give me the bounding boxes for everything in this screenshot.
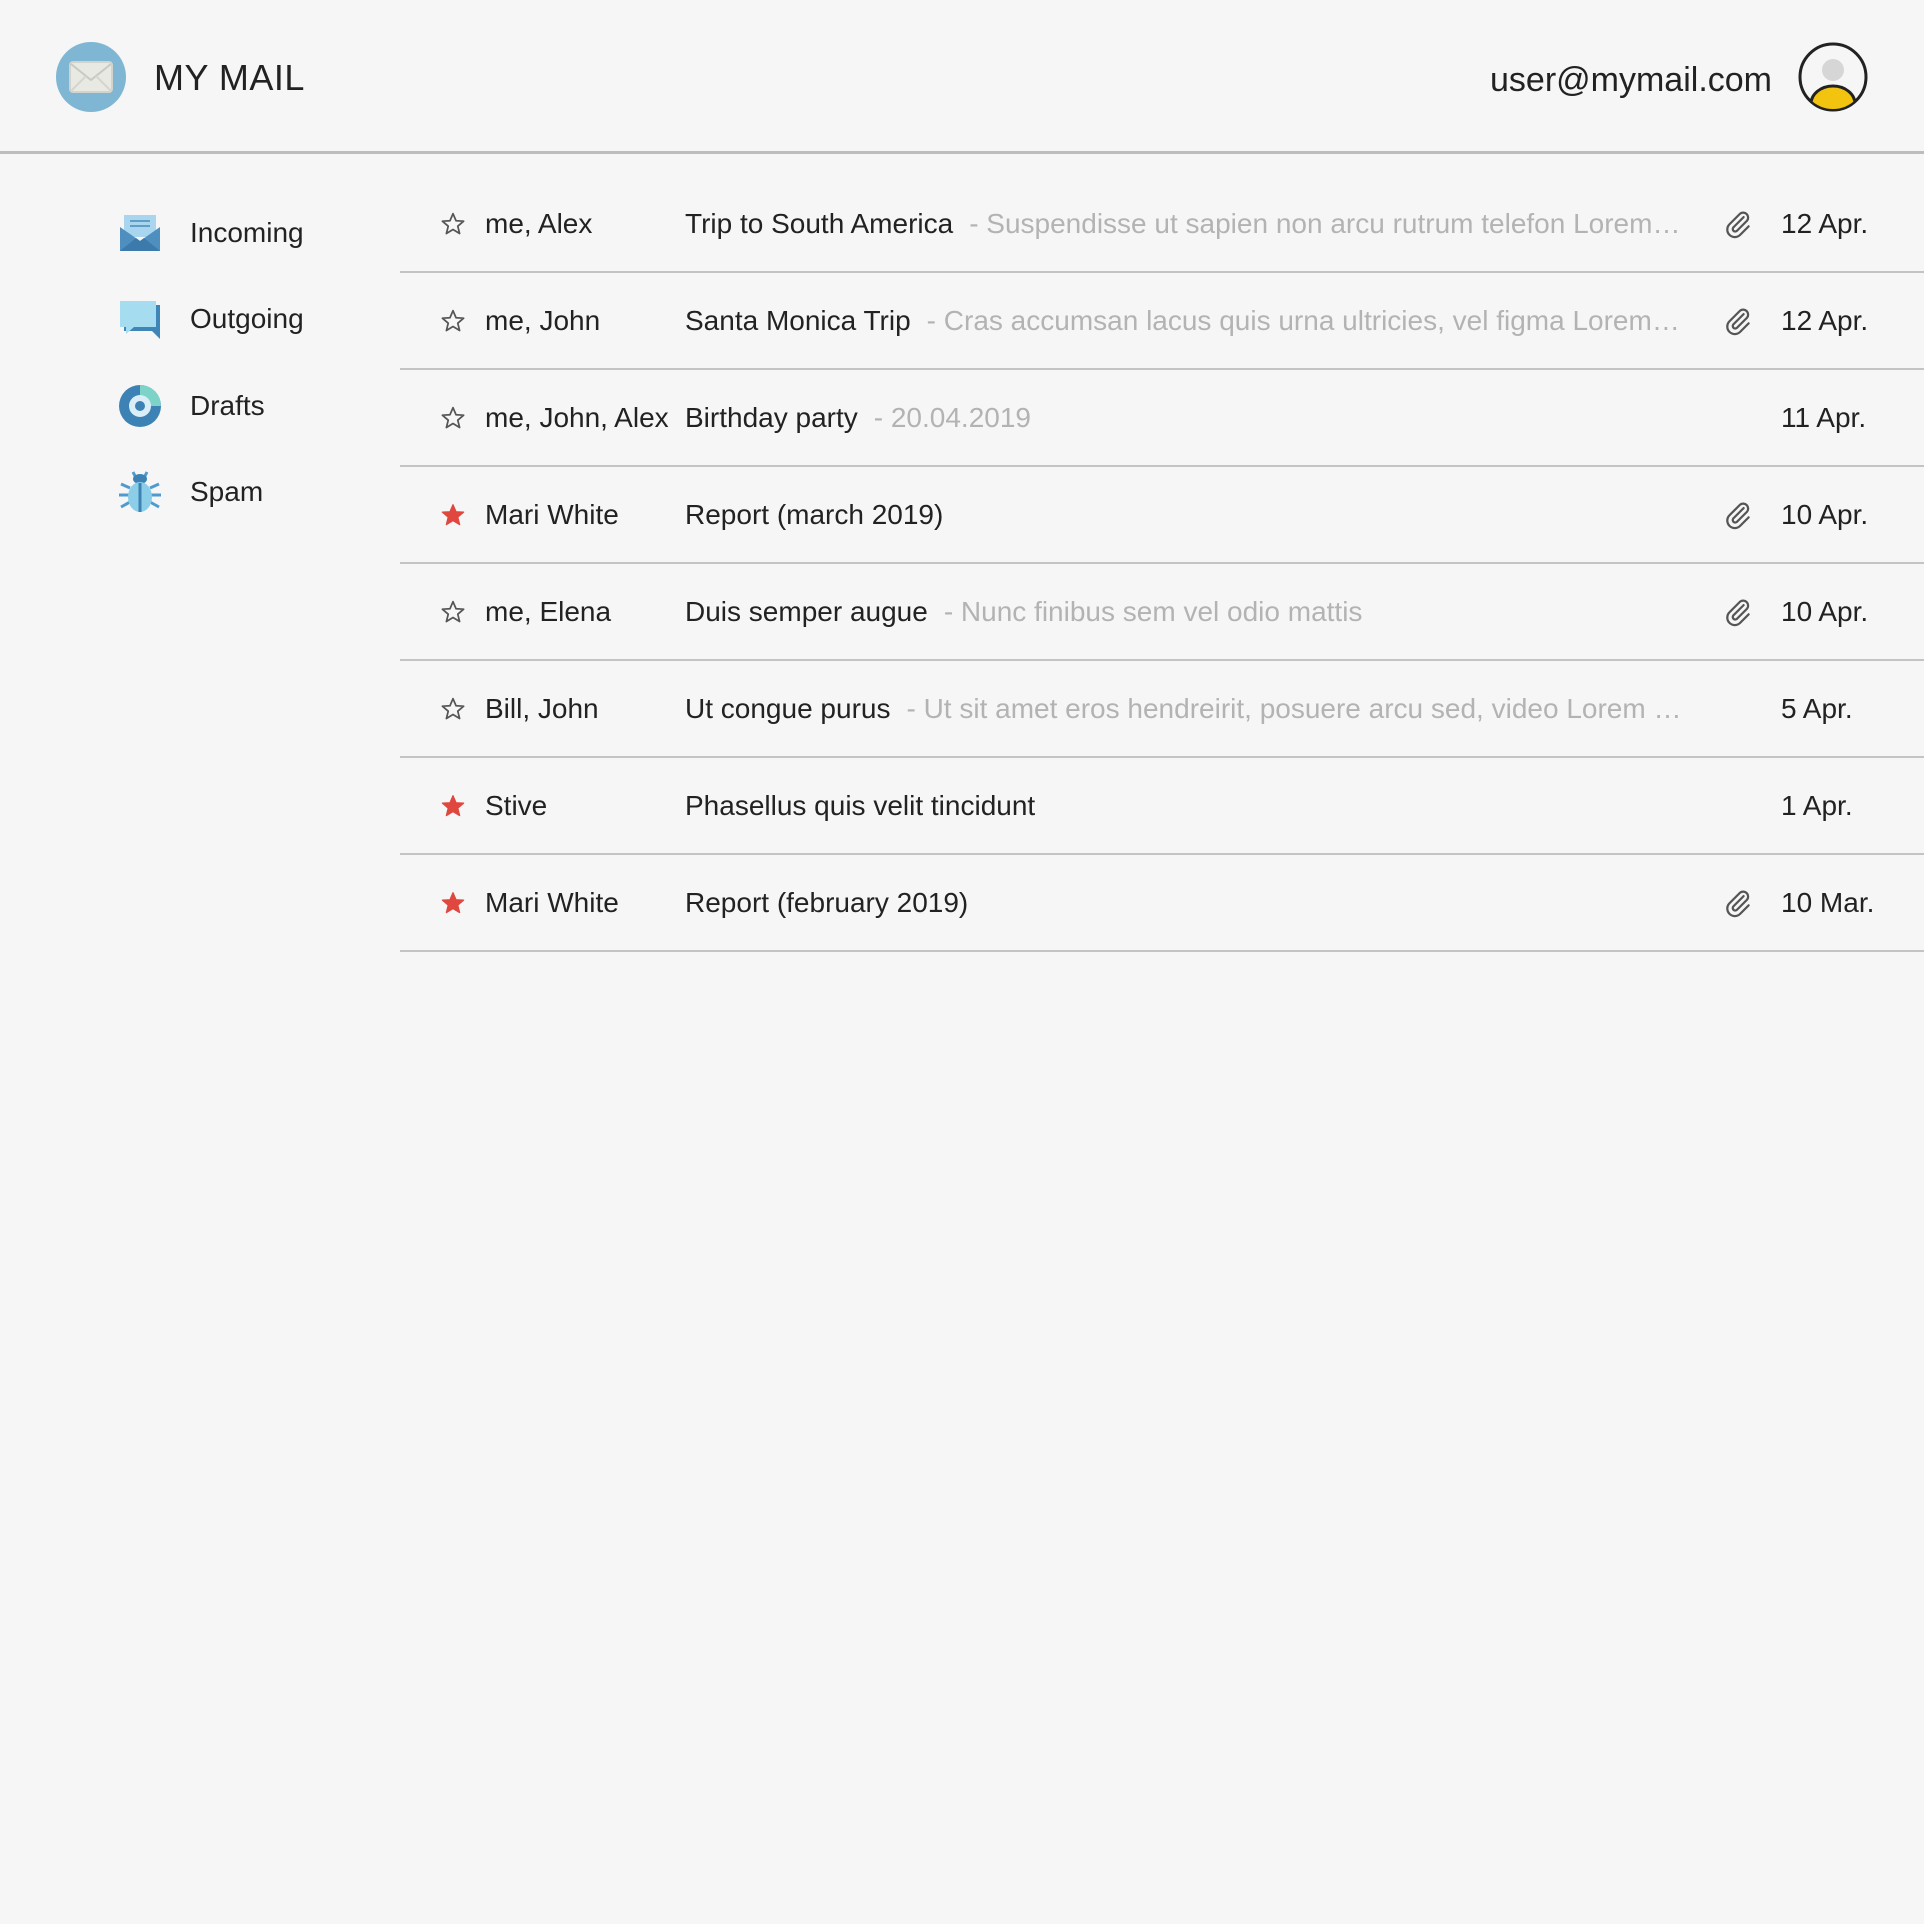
email-subject: Report (february 2019) bbox=[685, 886, 969, 918]
email-subject: Santa Monica Trip bbox=[685, 304, 911, 336]
attachment-icon bbox=[1718, 467, 1758, 562]
email-sender: Stive bbox=[485, 789, 548, 821]
email-sender: me, Elena bbox=[485, 595, 612, 627]
app-title: MY MAIL bbox=[154, 57, 305, 98]
sidebar-item-label: Outgoing bbox=[190, 303, 304, 334]
star-outline-icon[interactable] bbox=[438, 273, 468, 368]
email-row[interactable]: me, John, Alex Birthday party - 20.04.2019… bbox=[400, 370, 1924, 467]
email-subject: Trip to South America bbox=[685, 207, 954, 239]
email-subject: Ut congue purus bbox=[685, 692, 891, 724]
email-sender: Bill, John bbox=[485, 692, 599, 724]
email-subject-line: Trip to South America - Suspendisse ut sa… bbox=[685, 176, 1685, 271]
email-list: me, Alex Trip to South America - Suspendis… bbox=[400, 176, 1924, 952]
star-filled-icon[interactable] bbox=[438, 467, 468, 562]
app-header: MY MAIL user@mymail.com bbox=[0, 0, 1924, 154]
email-date: 10 Apr. bbox=[1781, 595, 1869, 627]
email-date: 11 Apr. bbox=[1781, 401, 1867, 433]
attachment-icon bbox=[1718, 273, 1758, 368]
sidebar-item-spam[interactable]: Spam bbox=[116, 467, 376, 517]
email-date: 10 Mar. bbox=[1781, 886, 1875, 918]
spam-bug-icon bbox=[116, 468, 164, 516]
email-row[interactable]: Stive Phasellus quis velit tincidunt 1 Apr… bbox=[400, 758, 1924, 855]
sidebar-item-label: Incoming bbox=[190, 217, 304, 248]
sidebar-item-label: Drafts bbox=[190, 390, 265, 421]
email-subject-line: Phasellus quis velit tincidunt bbox=[685, 758, 1685, 853]
email-subject: Duis semper augue bbox=[685, 595, 928, 627]
email-preview: - Suspendisse ut sapien non arcu rutrum … bbox=[969, 207, 1685, 239]
sidebar-item-incoming[interactable]: Incoming bbox=[116, 208, 376, 258]
sidebar-item-drafts[interactable]: Drafts bbox=[116, 381, 376, 431]
email-subject: Report (march 2019) bbox=[685, 498, 944, 530]
user-email[interactable]: user@mymail.com bbox=[1490, 58, 1772, 102]
email-date: 10 Apr. bbox=[1781, 498, 1869, 530]
sidebar-item-label: Spam bbox=[190, 476, 264, 507]
email-sender: me, John, Alex bbox=[485, 401, 669, 433]
email-sender: Mari White bbox=[485, 886, 619, 918]
inbox-envelope-icon bbox=[116, 209, 164, 257]
email-subject: Phasellus quis velit tincidunt bbox=[685, 789, 1036, 821]
star-filled-icon[interactable] bbox=[438, 758, 468, 853]
email-subject: Birthday party bbox=[685, 401, 858, 433]
star-outline-icon[interactable] bbox=[438, 176, 468, 271]
star-outline-icon[interactable] bbox=[438, 661, 468, 756]
email-subject-line: Report (march 2019) bbox=[685, 467, 1685, 562]
email-sender: me, Alex bbox=[485, 207, 593, 239]
star-outline-icon[interactable] bbox=[438, 370, 468, 465]
email-row[interactable]: Bill, John Ut congue purus - Ut sit amet e… bbox=[400, 661, 1924, 758]
star-outline-icon[interactable] bbox=[438, 564, 468, 659]
email-subject-line: Ut congue purus - Ut sit amet eros hendre… bbox=[685, 661, 1685, 756]
drafts-disc-icon bbox=[116, 382, 164, 430]
attachment-icon bbox=[1718, 176, 1758, 271]
email-date: 1 Apr. bbox=[1781, 789, 1853, 821]
outgoing-chat-icon bbox=[116, 295, 164, 343]
email-preview: - Cras accumsan lacus quis urna ultricie… bbox=[926, 304, 1685, 336]
email-row[interactable]: Mari White Report (february 2019) 10 Mar. bbox=[400, 855, 1924, 952]
star-filled-icon[interactable] bbox=[438, 855, 468, 950]
attachment-icon bbox=[1718, 855, 1758, 950]
sidebar-item-outgoing[interactable]: Outgoing bbox=[116, 294, 376, 344]
email-subject-line: Birthday party - 20.04.2019 bbox=[685, 370, 1685, 465]
attachment-icon bbox=[1718, 564, 1758, 659]
email-date: 5 Apr. bbox=[1781, 692, 1853, 724]
email-preview: - Ut sit amet eros hendreirit, posuere a… bbox=[906, 692, 1685, 724]
mail-logo-icon[interactable] bbox=[56, 42, 126, 112]
email-subject-line: Report (february 2019) bbox=[685, 855, 1685, 950]
email-sender: me, John bbox=[485, 304, 601, 336]
email-subject-line: Santa Monica Trip - Cras accumsan lacus q… bbox=[685, 273, 1685, 368]
user-avatar-icon[interactable] bbox=[1798, 42, 1868, 112]
email-row[interactable]: Mari White Report (march 2019) 10 Apr. bbox=[400, 467, 1924, 564]
email-row[interactable]: me, Elena Duis semper augue - Nunc finibus… bbox=[400, 564, 1924, 661]
email-row[interactable]: me, Alex Trip to South America - Suspendis… bbox=[400, 176, 1924, 273]
email-sender: Mari White bbox=[485, 498, 619, 530]
email-row[interactable]: me, John Santa Monica Trip - Cras accumsan… bbox=[400, 273, 1924, 370]
email-preview: - 20.04.2019 bbox=[873, 401, 1031, 433]
email-preview: - Nunc finibus sem vel odio mattis bbox=[943, 595, 1363, 627]
email-date: 12 Apr. bbox=[1781, 207, 1869, 239]
email-subject-line: Duis semper augue - Nunc finibus sem vel … bbox=[685, 564, 1685, 659]
email-date: 12 Apr. bbox=[1781, 304, 1869, 336]
